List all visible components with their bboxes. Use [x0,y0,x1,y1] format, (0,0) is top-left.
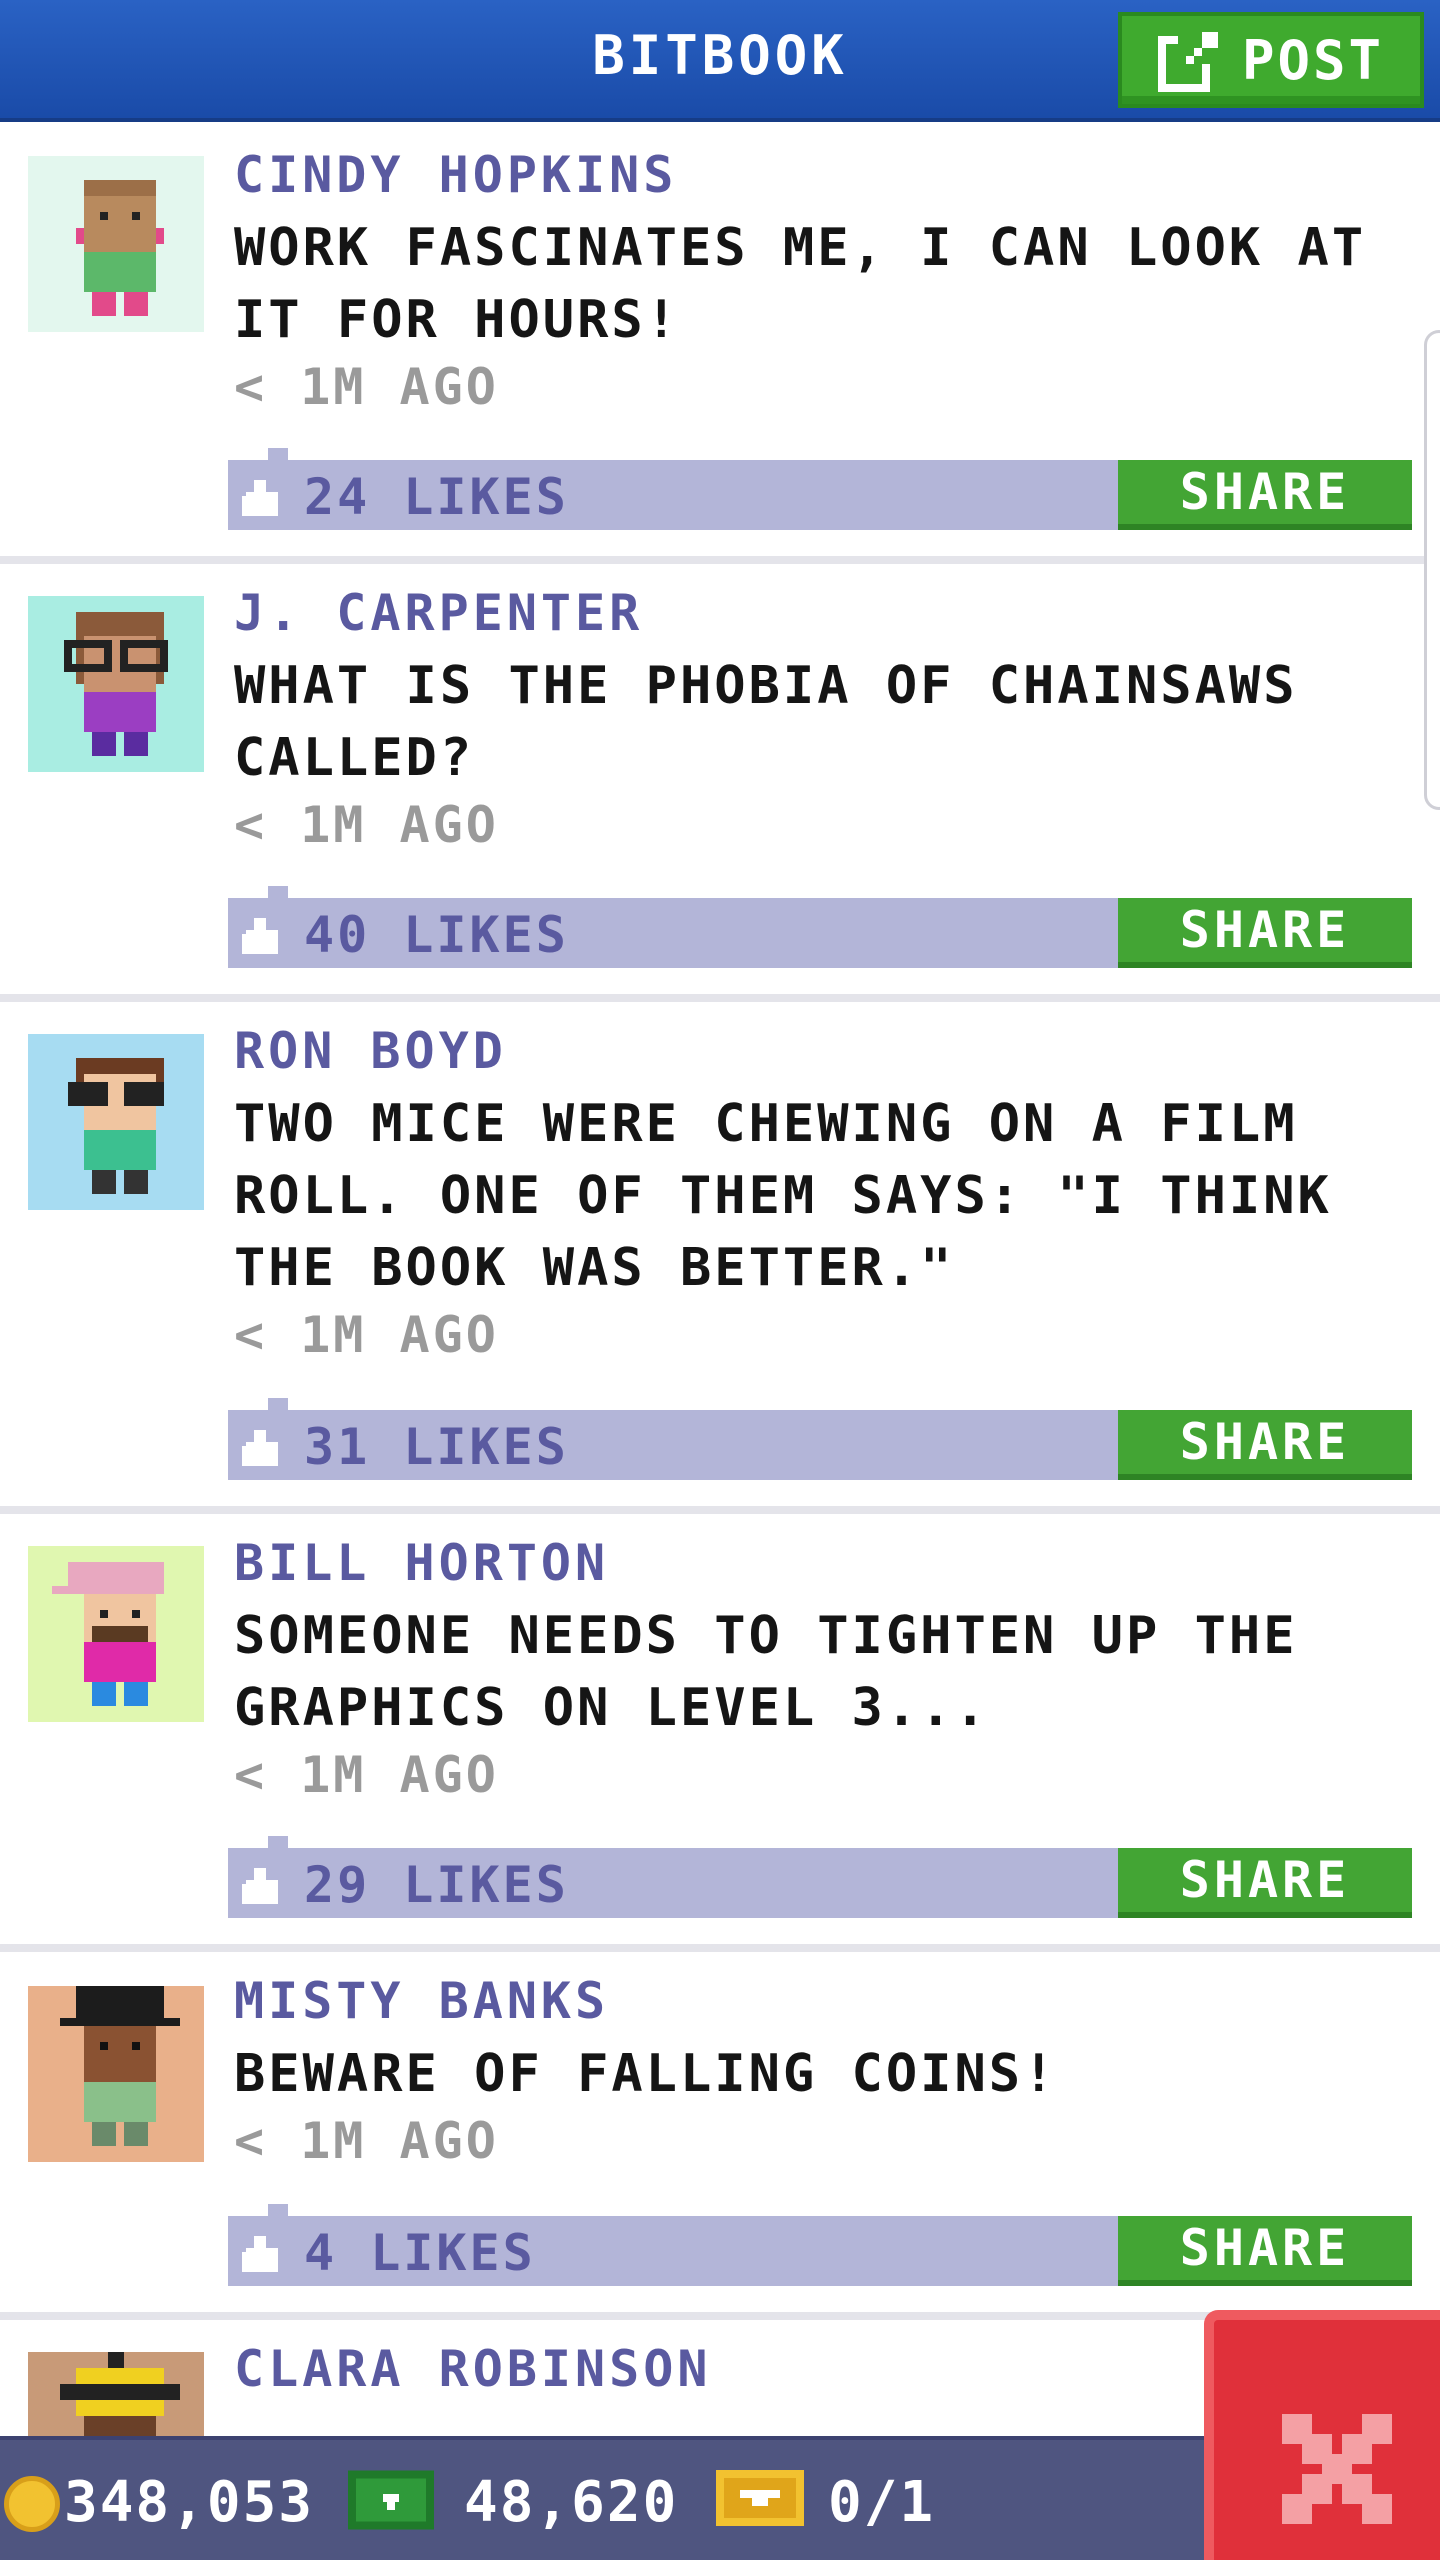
feed[interactable]: CINDY HOPKINS WORK FASCINATES ME, I CAN … [0,126,1440,2436]
post-time: < 1M AGO [234,358,499,416]
post-button-label: POST [1241,28,1385,92]
like-icon[interactable] [242,1868,282,1904]
like-bar: 24 LIKES SHARE [228,448,1412,530]
avatar [28,1986,204,2162]
like-bar: 40 LIKES SHARE [228,886,1412,968]
avatar [28,1546,204,1722]
post-author[interactable]: BILL HORTON [234,1534,609,1592]
ticket-count: 0/1 [828,2470,936,2535]
like-bar-notch [268,448,288,460]
like-bar: 31 LIKES SHARE [228,1398,1412,1480]
share-button[interactable]: SHARE [1118,1848,1412,1918]
coin-icon [4,2476,60,2532]
scroll-indicator[interactable] [1424,330,1440,810]
like-bar: 29 LIKES SHARE [228,1836,1412,1918]
like-bar-notch [268,1398,288,1410]
cash-icon [348,2470,434,2530]
like-icon[interactable] [242,1430,282,1466]
avatar [28,2352,204,2436]
post-button[interactable]: POST [1118,12,1424,108]
like-bar-notch [268,2204,288,2216]
close-button[interactable] [1204,2310,1440,2560]
share-button[interactable]: SHARE [1118,1410,1412,1480]
like-count: 24 LIKES [304,468,569,526]
post-time: < 1M AGO [234,796,499,854]
avatar [28,156,204,332]
avatar [28,596,204,772]
share-button[interactable]: SHARE [1118,898,1412,968]
divider [0,1506,1440,1514]
like-bar-notch [268,886,288,898]
ticket-icon [716,2470,804,2526]
post-time: < 1M AGO [234,1306,499,1364]
avatar [28,1034,204,1210]
divider [0,1944,1440,1952]
like-count: 4 LIKES [304,2224,536,2282]
coin-count: 348,053 [64,2470,315,2535]
post-message: SOMEONE NEEDS TO TIGHTEN UP THE GRAPHICS… [234,1606,1298,1738]
close-icon [1282,2414,1392,2524]
post-time: < 1M AGO [234,2112,499,2170]
like-icon[interactable] [242,2236,282,2272]
bux-count: 48,620 [464,2470,679,2535]
post-author[interactable]: CINDY HOPKINS [234,146,677,204]
like-icon[interactable] [242,918,282,954]
post-time: < 1M AGO [234,1746,499,1804]
post-message: BEWARE OF FALLING COINS! [234,2044,1058,2104]
top-bar: BITBOOK POST [0,0,1440,122]
post-edit-icon [1157,32,1218,92]
like-count: 40 LIKES [304,906,569,964]
post-message: WORK FASCINATES ME, I CAN LOOK AT IT FOR… [234,218,1367,350]
post-message: TWO MICE WERE CHEWING ON A FILM ROLL. ON… [234,1094,1332,1298]
share-button[interactable]: SHARE [1118,460,1412,530]
post-author[interactable]: CLARA ROBINSON [234,2340,711,2398]
like-bar: 4 LIKES SHARE [228,2204,1412,2286]
post-author[interactable]: RON BOYD [234,1022,507,1080]
like-bar-notch [268,1836,288,1848]
like-count: 29 LIKES [304,1856,569,1914]
post-author[interactable]: J. CARPENTER [234,584,643,642]
like-count: 31 LIKES [304,1418,569,1476]
post-message: WHAT IS THE PHOBIA OF CHAINSAWS CALLED? [234,656,1298,788]
divider [0,556,1440,564]
like-icon[interactable] [242,480,282,516]
post-author[interactable]: MISTY BANKS [234,1972,609,2030]
divider [0,994,1440,1002]
share-button[interactable]: SHARE [1118,2216,1412,2286]
